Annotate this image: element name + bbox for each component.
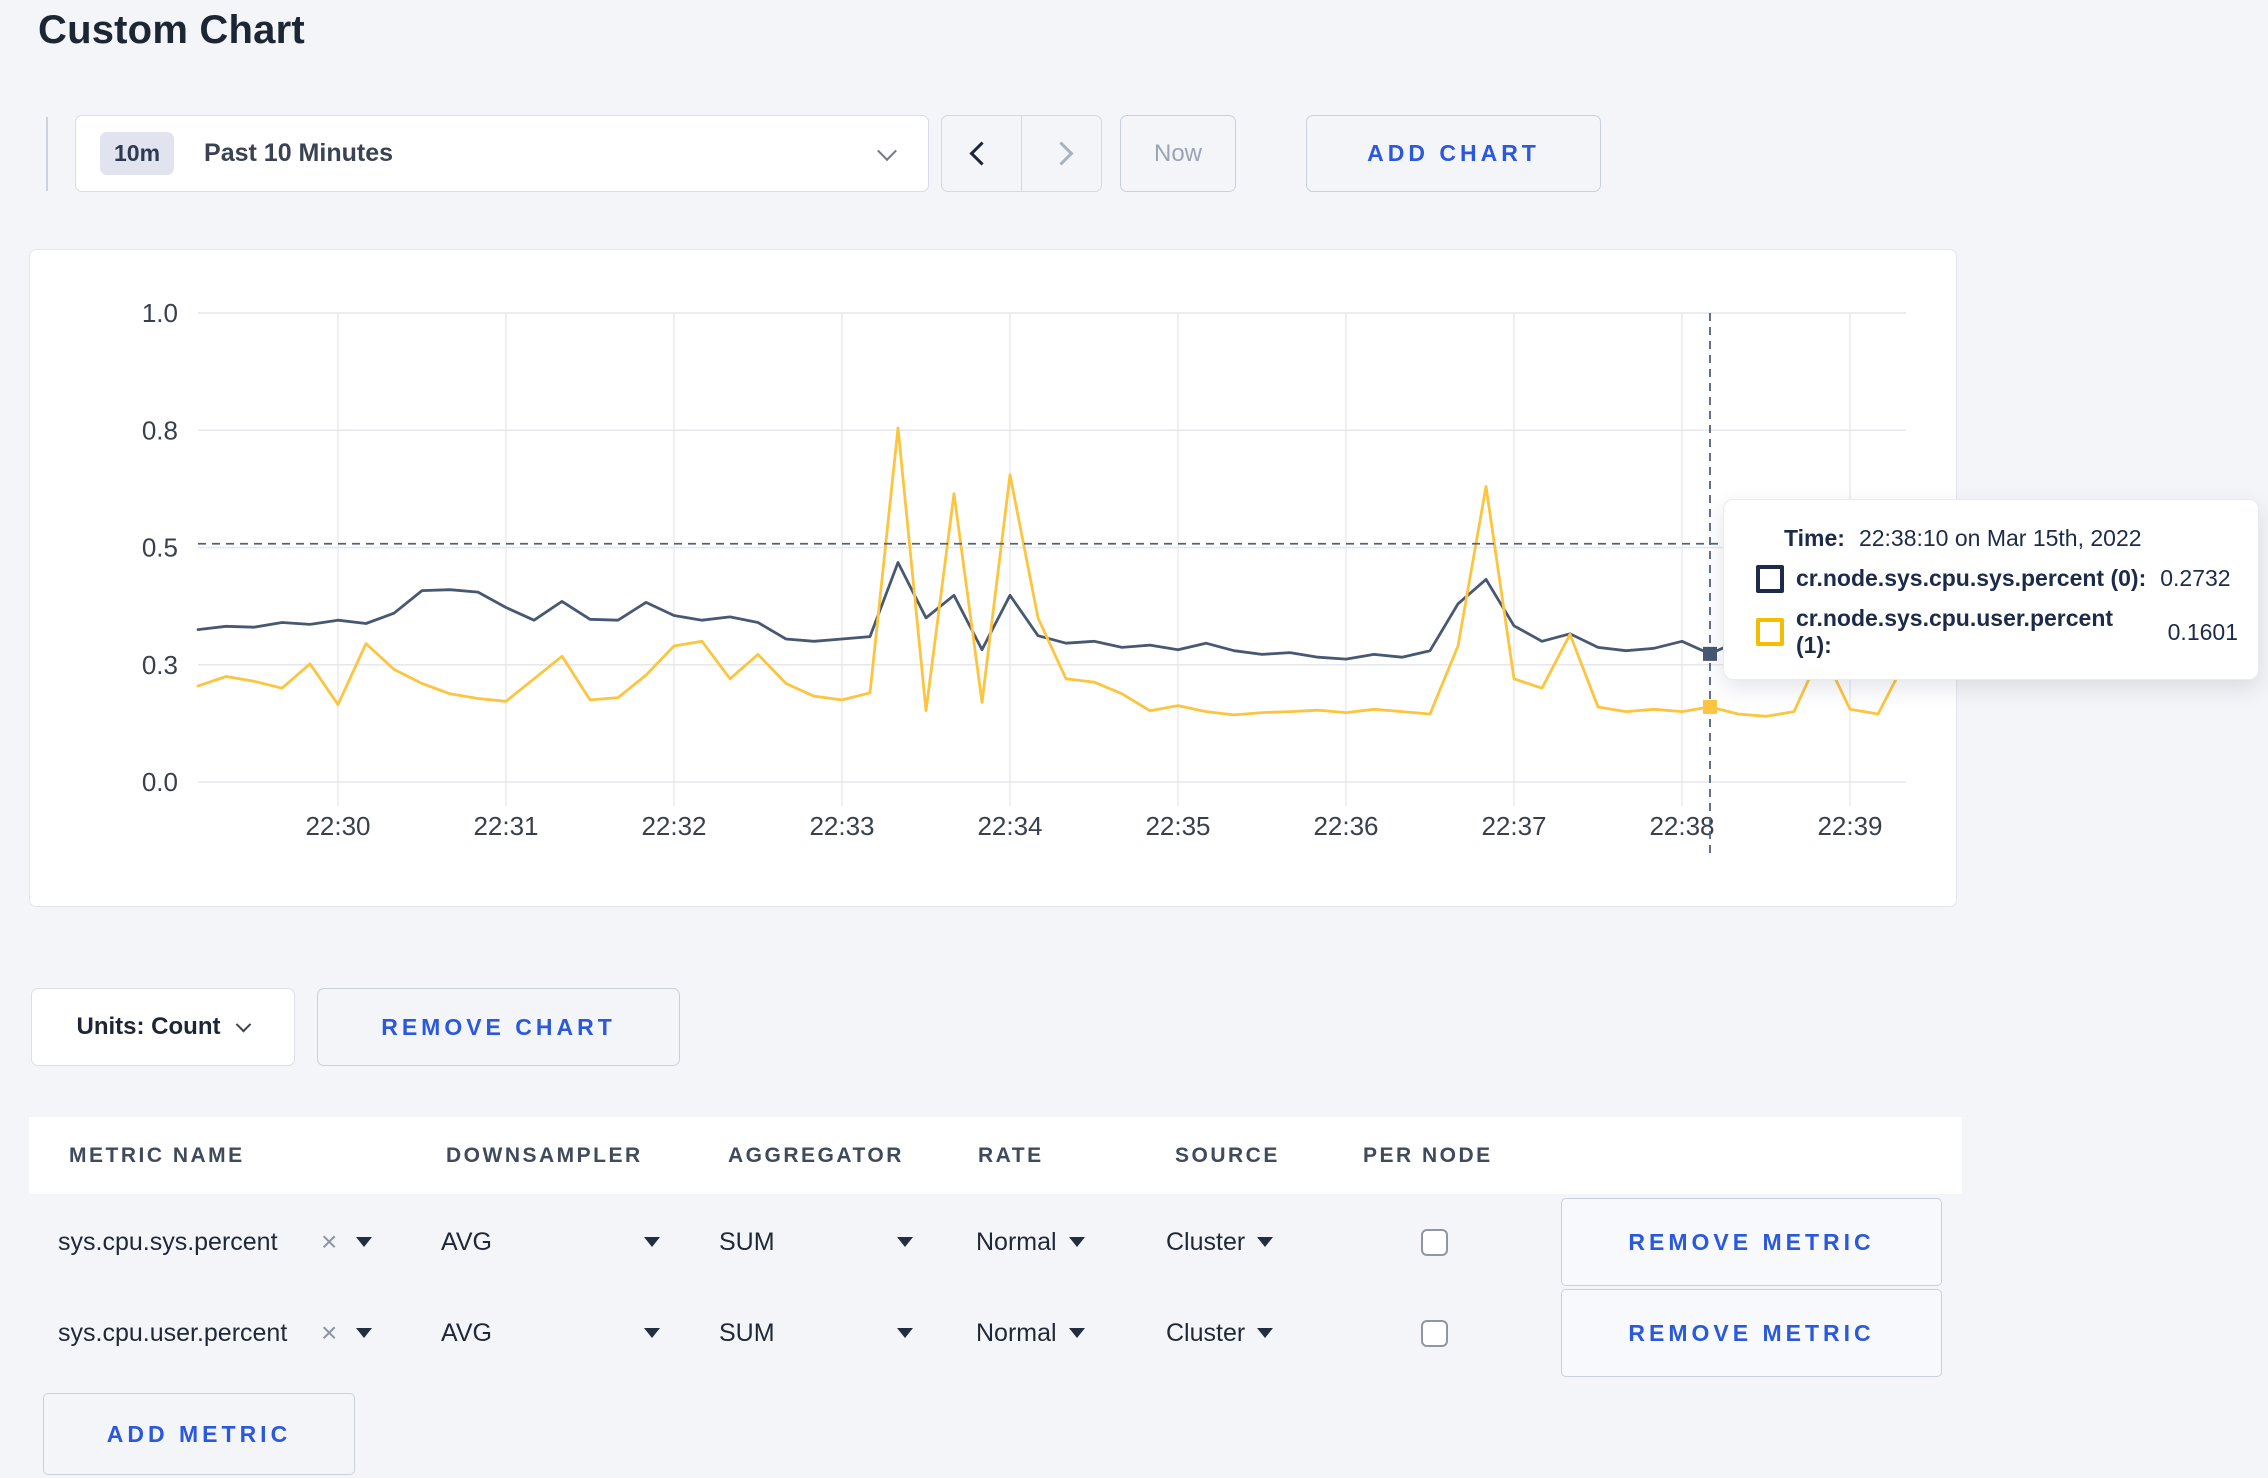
- time-range-badge: 10m: [100, 132, 175, 175]
- custom-chart-page: Custom Chart 10m Past 10 Minutes Now ADD…: [0, 0, 2268, 1478]
- svg-text:22:36: 22:36: [1313, 811, 1378, 841]
- tooltip-series-value: 0.2732: [2160, 565, 2231, 591]
- rate-select[interactable]: Normal: [976, 1198, 1085, 1286]
- downsampler-caret[interactable]: [644, 1289, 660, 1377]
- clear-metric-icon[interactable]: ×: [321, 1198, 337, 1286]
- source-select[interactable]: Cluster: [1166, 1289, 1274, 1377]
- per-node-checkbox[interactable]: [1421, 1319, 1448, 1347]
- time-range-dropdown[interactable]: 10m Past 10 Minutes: [75, 115, 929, 192]
- metric-name-dropdown-caret[interactable]: [356, 1198, 372, 1286]
- svg-text:0.8: 0.8: [142, 415, 178, 445]
- chart-hover-tooltip: Time: 22:38:10 on Mar 15th, 2022 cr.node…: [1723, 499, 2259, 680]
- tooltip-time-row: Time: 22:38:10 on Mar 15th, 2022: [1756, 525, 2238, 552]
- svg-text:22:38: 22:38: [1649, 811, 1714, 841]
- add-chart-button[interactable]: ADD CHART: [1306, 115, 1601, 192]
- per-node-cell: [1421, 1198, 1448, 1286]
- downsampler-select[interactable]: AVG: [441, 1198, 492, 1286]
- header-source: SOURCE: [1175, 1143, 1280, 1167]
- aggregator-caret[interactable]: [897, 1289, 913, 1377]
- triangle-down-icon: [644, 1237, 660, 1247]
- aggregator-select[interactable]: SUM: [719, 1198, 775, 1286]
- metrics-table-header: METRIC NAME DOWNSAMPLER AGGREGATOR RATE …: [29, 1117, 1962, 1194]
- triangle-down-icon: [1068, 1237, 1085, 1247]
- chevron-down-icon: [877, 140, 897, 161]
- now-button[interactable]: Now: [1120, 115, 1236, 192]
- svg-text:22:30: 22:30: [305, 811, 370, 841]
- rate-value: Normal: [976, 1227, 1057, 1256]
- chevron-left-icon: [969, 141, 994, 166]
- triangle-down-icon: [644, 1328, 660, 1338]
- tooltip-time-value: 22:38:10 on Mar 15th, 2022: [1858, 525, 2142, 551]
- custom-chart-panel[interactable]: 22:30 22:31 22:32 22:33 22:34 22:35 22:36 22:37…: [29, 249, 1957, 907]
- aggregator-select[interactable]: SUM: [719, 1289, 775, 1377]
- svg-text:0.3: 0.3: [142, 650, 178, 680]
- header-rate: RATE: [978, 1143, 1044, 1167]
- metric-name-value[interactable]: sys.cpu.user.percent: [58, 1289, 287, 1377]
- units-label: Units: Count: [76, 1013, 221, 1040]
- triangle-down-icon: [356, 1328, 372, 1338]
- remove-chart-button[interactable]: REMOVE CHART: [317, 988, 680, 1066]
- rate-select[interactable]: Normal: [976, 1289, 1085, 1377]
- downsampler-select[interactable]: AVG: [441, 1289, 492, 1377]
- metric-name-value[interactable]: sys.cpu.sys.percent: [58, 1198, 278, 1286]
- source-value: Cluster: [1166, 1318, 1246, 1347]
- header-aggregator: AGGREGATOR: [728, 1143, 904, 1167]
- svg-text:22:35: 22:35: [1145, 811, 1210, 841]
- time-range-pager: [941, 115, 1102, 192]
- chevron-right-icon: [1049, 141, 1074, 166]
- user-percent-legend-icon: [1756, 618, 1784, 646]
- svg-text:22:33: 22:33: [809, 811, 874, 841]
- svg-text:22:32: 22:32: [641, 811, 706, 841]
- triangle-down-icon: [1257, 1237, 1274, 1247]
- tooltip-series-row: cr.node.sys.cpu.sys.percent (0): 0.2732: [1756, 564, 2238, 593]
- header-downsampler: DOWNSAMPLER: [446, 1143, 643, 1167]
- svg-text:22:34: 22:34: [977, 811, 1042, 841]
- per-node-checkbox[interactable]: [1421, 1228, 1448, 1256]
- tooltip-time-label: Time:: [1784, 525, 1845, 551]
- triangle-down-icon: [356, 1237, 372, 1247]
- next-timespan-button[interactable]: [1021, 116, 1101, 191]
- chevron-down-icon: [236, 1016, 252, 1032]
- svg-text:22:37: 22:37: [1481, 811, 1546, 841]
- header-metric-name: METRIC NAME: [69, 1143, 245, 1167]
- remove-metric-button[interactable]: REMOVE METRIC: [1561, 1198, 1942, 1286]
- tooltip-series-label: cr.node.sys.cpu.user.percent (1):: [1796, 605, 2114, 658]
- metric-name-dropdown-caret[interactable]: [356, 1289, 372, 1377]
- source-value: Cluster: [1166, 1227, 1246, 1256]
- page-title: Custom Chart: [38, 8, 305, 52]
- tooltip-series-row: cr.node.sys.cpu.user.percent (1): 0.1601: [1756, 605, 2238, 659]
- triangle-down-icon: [1068, 1328, 1085, 1338]
- sys-percent-legend-icon: [1756, 564, 1784, 593]
- previous-timespan-button[interactable]: [942, 116, 1021, 191]
- header-per-node: PER NODE: [1363, 1143, 1493, 1167]
- toolbar-divider: [46, 117, 48, 191]
- svg-text:22:31: 22:31: [473, 811, 538, 841]
- cpu-usage-line-chart[interactable]: 22:30 22:31 22:32 22:33 22:34 22:35 22:36 22:37…: [30, 250, 1955, 905]
- downsampler-caret[interactable]: [644, 1198, 660, 1286]
- rate-value: Normal: [976, 1318, 1057, 1347]
- svg-text:1.0: 1.0: [142, 298, 178, 328]
- svg-text:22:39: 22:39: [1817, 811, 1882, 841]
- triangle-down-icon: [1257, 1328, 1274, 1338]
- triangle-down-icon: [897, 1237, 913, 1247]
- remove-metric-button[interactable]: REMOVE METRIC: [1561, 1289, 1942, 1377]
- aggregator-caret[interactable]: [897, 1198, 913, 1286]
- metric-row: sys.cpu.sys.percent × AVG SUM Normal Clu…: [29, 1198, 1962, 1286]
- metric-row: sys.cpu.user.percent × AVG SUM Normal Cl…: [29, 1289, 1962, 1377]
- time-range-label: Past 10 Minutes: [204, 139, 393, 167]
- add-metric-button[interactable]: ADD METRIC: [43, 1393, 355, 1475]
- units-dropdown[interactable]: Units: Count: [31, 988, 295, 1066]
- svg-text:0.0: 0.0: [142, 767, 178, 797]
- tooltip-series-value: 0.1601: [2167, 618, 2238, 645]
- tooltip-series-label: cr.node.sys.cpu.sys.percent (0):: [1796, 565, 2147, 591]
- svg-text:0.5: 0.5: [142, 533, 178, 563]
- clear-metric-icon[interactable]: ×: [321, 1289, 337, 1377]
- triangle-down-icon: [897, 1328, 913, 1338]
- source-select[interactable]: Cluster: [1166, 1198, 1274, 1286]
- per-node-cell: [1421, 1289, 1448, 1377]
